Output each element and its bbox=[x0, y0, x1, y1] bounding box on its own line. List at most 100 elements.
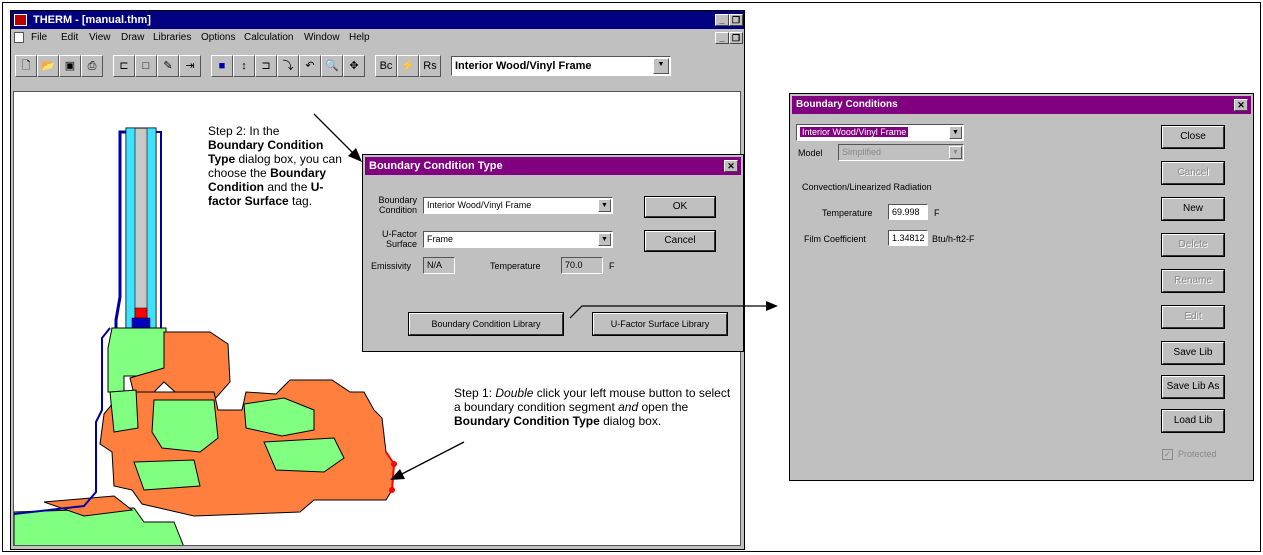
menu-view[interactable]: View bbox=[89, 32, 111, 43]
restore-icon[interactable]: ❐ bbox=[729, 14, 743, 26]
frame-orange-main bbox=[99, 379, 395, 517]
bc-dialog-title: Boundary Conditions bbox=[796, 99, 898, 110]
menu-window[interactable]: Window bbox=[304, 32, 340, 43]
insert-green-5 bbox=[109, 389, 139, 433]
rename-button: Rename bbox=[1161, 269, 1225, 293]
pan-icon[interactable]: ✥ bbox=[343, 55, 365, 77]
boundary-dropdown[interactable]: Interior Wood/Vinyl Frame ▼ bbox=[451, 56, 671, 76]
bc-list-select[interactable]: Interior Wood/Vinyl Frame ▼ bbox=[796, 124, 964, 141]
bc-dialog: Boundary Conditions ✕ Interior Wood/Viny… bbox=[789, 93, 1254, 481]
open-icon[interactable]: 📂 bbox=[37, 55, 59, 77]
child-minimize-icon[interactable]: _ bbox=[715, 32, 729, 44]
edit-button: Edit bbox=[1161, 305, 1225, 329]
temperature-unit: F bbox=[609, 261, 615, 271]
doc-icon[interactable] bbox=[14, 32, 24, 43]
undo-icon[interactable]: ↶ bbox=[299, 55, 321, 77]
section-label: Convection/Linearized Radiation bbox=[802, 182, 932, 192]
flip-icon[interactable]: ⊐ bbox=[255, 55, 277, 77]
menu-bar: File Edit View Draw Libraries Options Ca… bbox=[11, 29, 744, 47]
chevron-down-icon[interactable]: ▼ bbox=[598, 233, 611, 246]
bc-dialog-titlebar: Boundary Conditions ✕ bbox=[792, 96, 1251, 114]
spacer-red bbox=[134, 307, 148, 319]
emissivity-label: Emissivity bbox=[371, 261, 411, 271]
therm-app-icon bbox=[14, 14, 27, 26]
blue-boundary bbox=[114, 130, 126, 342]
chevron-down-icon[interactable]: ▼ bbox=[598, 199, 611, 212]
step2-arrow bbox=[313, 113, 362, 162]
rectangle-icon[interactable]: □ bbox=[135, 55, 157, 77]
menu-help[interactable]: Help bbox=[349, 32, 370, 43]
bc-temperature-unit: F bbox=[934, 208, 940, 218]
toolbar: 🗋 📂 ▣ ⎙ ⊏ □ ✎ ⇥ ■ ↕ ⊐ ⤵ ↶ 🔍 ✥ Bc ⚡ Rs In… bbox=[11, 48, 744, 88]
bc-temperature-field[interactable]: 69.998 bbox=[888, 204, 928, 220]
close-icon[interactable]: ✕ bbox=[724, 160, 738, 172]
rotate-icon[interactable]: ⤵ bbox=[277, 55, 299, 77]
fill-icon[interactable]: ■ bbox=[211, 55, 233, 77]
menu-options[interactable]: Options bbox=[201, 32, 235, 43]
temperature-field: 70.0 bbox=[561, 257, 603, 274]
print-icon[interactable]: ⎙ bbox=[81, 55, 103, 77]
results-icon[interactable]: Rs bbox=[419, 55, 441, 77]
therm-title: THERM - [manual.thm] bbox=[33, 14, 151, 26]
blue-boundary-right bbox=[156, 131, 162, 332]
new-button[interactable]: New bbox=[1161, 197, 1225, 221]
menu-libraries[interactable]: Libraries bbox=[153, 32, 191, 43]
model-select: Simplified ▼ bbox=[838, 144, 964, 161]
ufactor-label: U-Factor Surface bbox=[381, 229, 417, 249]
glass-cyan-right bbox=[146, 127, 157, 351]
emissivity-field: N/A bbox=[423, 257, 455, 274]
bc-library-button[interactable]: Boundary Condition Library bbox=[408, 312, 564, 336]
chevron-down-icon[interactable]: ▼ bbox=[949, 126, 962, 139]
load-lib-button[interactable]: Load Lib bbox=[1161, 409, 1225, 433]
step1-arrow bbox=[390, 441, 465, 480]
step1-italic-double: Double bbox=[495, 386, 534, 400]
film-label: Film Coefficient bbox=[804, 234, 866, 244]
therm-titlebar: THERM - [manual.thm] _ ❐ bbox=[11, 11, 744, 29]
save-lib-as-button[interactable]: Save Lib As bbox=[1161, 375, 1225, 399]
point-icon[interactable]: ✎ bbox=[157, 55, 179, 77]
model-label: Model bbox=[798, 148, 823, 158]
menu-calculation[interactable]: Calculation bbox=[244, 32, 293, 43]
cancel-button[interactable]: Cancel bbox=[644, 230, 716, 252]
chevron-down-icon[interactable]: ▼ bbox=[653, 58, 669, 74]
bc-type-titlebar: Boundary Condition Type ✕ bbox=[365, 157, 741, 175]
menu-edit[interactable]: Edit bbox=[61, 32, 78, 43]
menu-file[interactable]: File bbox=[31, 32, 47, 43]
glass-cyan-left bbox=[125, 127, 136, 351]
insert-green-1 bbox=[151, 399, 219, 453]
film-unit: Btu/h-ft2-F bbox=[932, 234, 975, 244]
bc-select[interactable]: Interior Wood/Vinyl Frame ▼ bbox=[423, 197, 613, 214]
ufactor-select[interactable]: Frame ▼ bbox=[423, 231, 613, 248]
spacer-blue bbox=[131, 317, 151, 329]
chevron-down-icon: ▼ bbox=[949, 146, 962, 159]
zoom-icon[interactable]: 🔍 bbox=[321, 55, 343, 77]
save-icon[interactable]: ▣ bbox=[59, 55, 81, 77]
bc-type-title: Boundary Condition Type bbox=[369, 160, 503, 172]
close-button[interactable]: Close bbox=[1161, 125, 1225, 149]
protected-checkbox: ✓ Protected bbox=[1162, 448, 1252, 462]
calculate-icon[interactable]: ⚡ bbox=[397, 55, 419, 77]
minimize-icon[interactable]: _ bbox=[715, 14, 729, 26]
insert-green-3 bbox=[263, 437, 345, 473]
child-restore-icon[interactable]: ❐ bbox=[729, 32, 743, 44]
bc-temperature-label: Temperature bbox=[822, 208, 873, 218]
temperature-label: Temperature bbox=[490, 261, 541, 271]
film-field[interactable]: 1.34812 bbox=[888, 230, 928, 246]
exterior-blue-line bbox=[14, 327, 111, 515]
boundary-icon[interactable]: Bc bbox=[375, 55, 397, 77]
checkbox-icon: ✓ bbox=[1162, 449, 1173, 460]
polygon-icon[interactable]: ⊏ bbox=[113, 55, 135, 77]
menu-draw[interactable]: Draw bbox=[121, 32, 144, 43]
move-icon[interactable]: ↕ bbox=[233, 55, 255, 77]
ok-button[interactable]: OK bbox=[644, 196, 716, 218]
locator-icon[interactable]: ⇥ bbox=[179, 55, 201, 77]
save-lib-button[interactable]: Save Lib bbox=[1161, 341, 1225, 365]
step1-annotation: Step 1: Double click your left mouse but… bbox=[454, 386, 731, 428]
cancel-button: Cancel bbox=[1161, 161, 1225, 185]
step1-bold: Boundary Condition Type bbox=[454, 414, 600, 428]
bc-label: Boundary Condition bbox=[378, 195, 417, 215]
connector-arrow bbox=[569, 301, 778, 319]
protected-label: Protected bbox=[1178, 449, 1217, 459]
close-icon[interactable]: ✕ bbox=[1234, 99, 1248, 111]
new-icon[interactable]: 🗋 bbox=[15, 55, 37, 77]
